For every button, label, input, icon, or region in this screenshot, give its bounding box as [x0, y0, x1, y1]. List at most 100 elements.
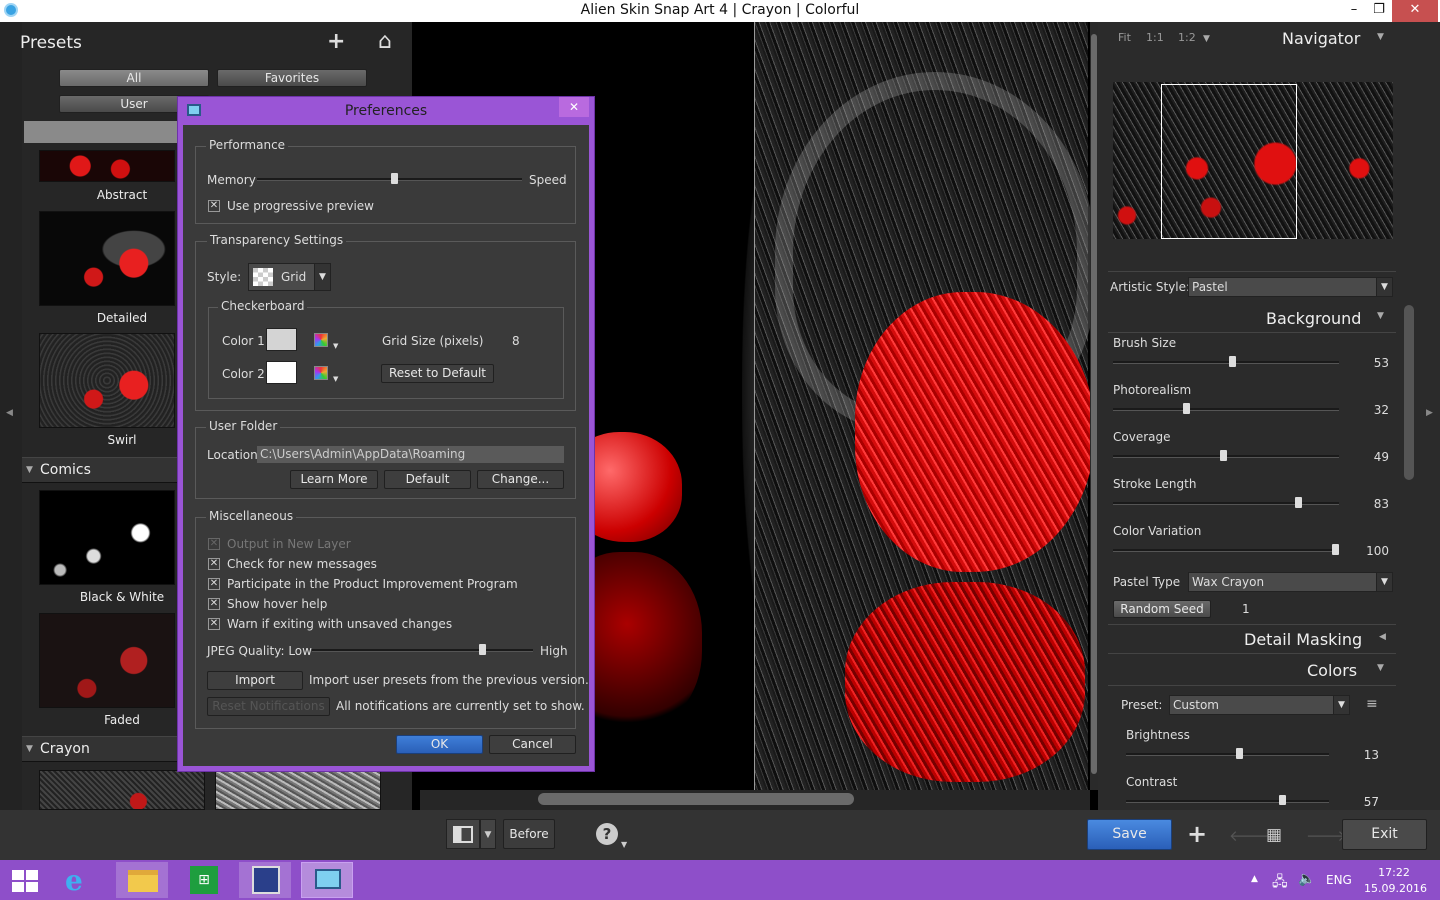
brightness-slider-knob[interactable] — [1235, 748, 1243, 759]
clock-time[interactable]: 17:22 — [1368, 866, 1420, 879]
section-colors[interactable]: Colors ▼ — [1108, 656, 1396, 686]
preset-thumb-crayon-2[interactable] — [215, 770, 381, 810]
random-seed-button[interactable]: Random Seed — [1113, 600, 1211, 618]
setting-slider[interactable] — [1113, 361, 1339, 364]
taskbar-snap-art[interactable] — [301, 862, 353, 898]
setting-slider[interactable] — [1113, 549, 1339, 552]
preset-thumb-abstract[interactable] — [39, 150, 175, 182]
misc-checkbox[interactable]: ✕ — [208, 538, 220, 550]
navigator-viewport-rect[interactable] — [1161, 84, 1297, 239]
default-folder-button[interactable]: Default — [384, 470, 471, 489]
chevron-down-icon[interactable]: ▼ — [621, 840, 627, 849]
filter-all-button[interactable]: All — [59, 69, 209, 87]
show-hidden-icons[interactable]: ▲ — [1251, 874, 1258, 884]
preset-thumb-swirl[interactable] — [39, 333, 175, 428]
preset-thumb-faded[interactable] — [39, 613, 175, 708]
memory-speed-slider-knob[interactable] — [391, 173, 399, 184]
setting-slider-knob[interactable] — [1332, 544, 1339, 555]
add-preset-icon[interactable]: + — [327, 29, 345, 54]
chevron-down-icon[interactable]: ▼ — [1377, 32, 1384, 42]
arrow-left-icon[interactable]: 🡐 — [1229, 826, 1269, 845]
transparency-style-dropdown[interactable]: Grid ▼ — [248, 263, 331, 291]
taskbar-save-app[interactable] — [239, 862, 291, 898]
view-mode-button[interactable] — [446, 819, 480, 849]
jpeg-quality-slider[interactable] — [312, 649, 533, 652]
artistic-style-dropdown[interactable]: Pastel ▼ — [1188, 277, 1393, 297]
minimize-button[interactable]: – — [1340, 0, 1368, 22]
home-icon[interactable]: ⌂ — [378, 29, 392, 54]
arrow-right-icon[interactable]: 🡒 — [1306, 826, 1346, 845]
language-indicator[interactable]: ENG — [1326, 873, 1352, 887]
section-background[interactable]: Background ▼ — [1108, 305, 1396, 333]
scrollbar-thumb[interactable] — [538, 793, 854, 805]
preset-thumb-detailed[interactable] — [39, 211, 175, 306]
volume-icon[interactable]: 🔈 — [1298, 871, 1315, 887]
misc-checkbox[interactable]: ✕ — [208, 618, 220, 630]
jpeg-quality-slider-knob[interactable] — [478, 644, 486, 655]
color1-swatch[interactable] — [266, 328, 297, 351]
save-button[interactable]: Save — [1087, 819, 1172, 850]
view-mode-dropdown[interactable]: ▼ — [480, 819, 496, 849]
location-field[interactable]: C:\Users\Admin\AppData\Roaming — [257, 446, 564, 463]
misc-checkbox[interactable]: ✕ — [208, 598, 220, 610]
taskbar-file-explorer[interactable] — [116, 862, 168, 898]
zoom-fit-button[interactable]: Fit — [1118, 31, 1131, 44]
change-folder-button[interactable]: Change... — [477, 470, 564, 489]
contrast-slider-knob[interactable] — [1278, 795, 1286, 805]
color2-swatch[interactable] — [266, 361, 297, 384]
pastel-type-dropdown[interactable]: Wax Crayon ▼ — [1188, 572, 1393, 592]
dialog-close-button[interactable]: ✕ — [559, 97, 589, 117]
help-button[interactable]: ? — [596, 823, 618, 845]
close-window-button[interactable]: ✕ — [1392, 0, 1438, 22]
zoom-1-1-button[interactable]: 1:1 — [1146, 31, 1164, 44]
section-detail-masking[interactable]: Detail Masking ◀ — [1108, 624, 1396, 654]
misc-checkbox[interactable]: ✕ — [208, 558, 220, 570]
collapse-right-icon[interactable]: ▶ — [1426, 408, 1433, 418]
memory-speed-slider[interactable] — [257, 178, 522, 181]
clock-date[interactable]: 15.09.2016 — [1364, 882, 1427, 895]
contrast-slider[interactable] — [1126, 800, 1329, 803]
zoom-dropdown-icon[interactable]: ▼ — [1203, 34, 1210, 44]
color-picker-icon[interactable] — [314, 333, 328, 347]
setting-slider[interactable] — [1113, 502, 1339, 505]
navigator-thumbnail[interactable] — [1113, 82, 1393, 239]
scrollbar-thumb[interactable] — [1091, 34, 1097, 774]
learn-more-button[interactable]: Learn More — [290, 470, 378, 489]
grid-size-value[interactable]: 8 — [512, 334, 520, 348]
misc-checkbox[interactable]: ✕ — [208, 578, 220, 590]
network-icon[interactable]: 🖧 — [1272, 871, 1288, 895]
horizontal-scrollbar[interactable] — [420, 790, 1090, 810]
add-icon[interactable]: + — [1187, 820, 1207, 848]
preset-menu-icon[interactable]: ≡ — [1366, 696, 1378, 712]
preset-thumb-crayon-1[interactable] — [39, 770, 205, 810]
exit-button[interactable]: Exit — [1342, 819, 1427, 850]
brightness-slider[interactable] — [1126, 753, 1329, 756]
color-picker-icon[interactable] — [314, 366, 328, 380]
progressive-preview-checkbox[interactable]: ✕ — [208, 200, 220, 212]
collapse-left-icon[interactable]: ◀ — [6, 408, 13, 418]
start-button[interactable] — [0, 862, 52, 898]
preset-thumb-black-white[interactable] — [39, 490, 175, 585]
restore-button[interactable]: ❐ — [1366, 0, 1392, 22]
cancel-button[interactable]: Cancel — [489, 735, 576, 754]
reset-to-default-button[interactable]: Reset to Default — [381, 364, 494, 383]
setting-slider-knob[interactable] — [1183, 403, 1191, 414]
chevron-down-icon[interactable]: ▼ — [333, 375, 338, 383]
zoom-1-2-button[interactable]: 1:2 — [1178, 31, 1196, 44]
setting-slider-knob[interactable] — [1294, 497, 1302, 508]
grid-icon[interactable]: ▦ — [1266, 825, 1282, 845]
before-button[interactable]: Before — [503, 819, 555, 849]
setting-slider-knob[interactable] — [1220, 450, 1228, 461]
colors-preset-dropdown[interactable]: Custom ▼ — [1169, 695, 1350, 715]
import-button[interactable]: Import — [207, 671, 303, 690]
taskbar-store[interactable]: ⊞ — [178, 862, 230, 898]
taskbar-internet-explorer[interactable]: e — [55, 862, 107, 898]
right-panel-scrollbar[interactable] — [1404, 305, 1414, 480]
filter-favorites-button[interactable]: Favorites — [217, 69, 367, 87]
left-collapse-strip[interactable]: ◀ — [0, 22, 22, 810]
reset-notifications-button[interactable]: Reset Notifications — [207, 697, 330, 716]
setting-slider-knob[interactable] — [1229, 356, 1237, 367]
ok-button[interactable]: OK — [396, 735, 483, 754]
setting-slider[interactable] — [1113, 408, 1339, 411]
chevron-down-icon[interactable]: ▼ — [333, 342, 338, 350]
